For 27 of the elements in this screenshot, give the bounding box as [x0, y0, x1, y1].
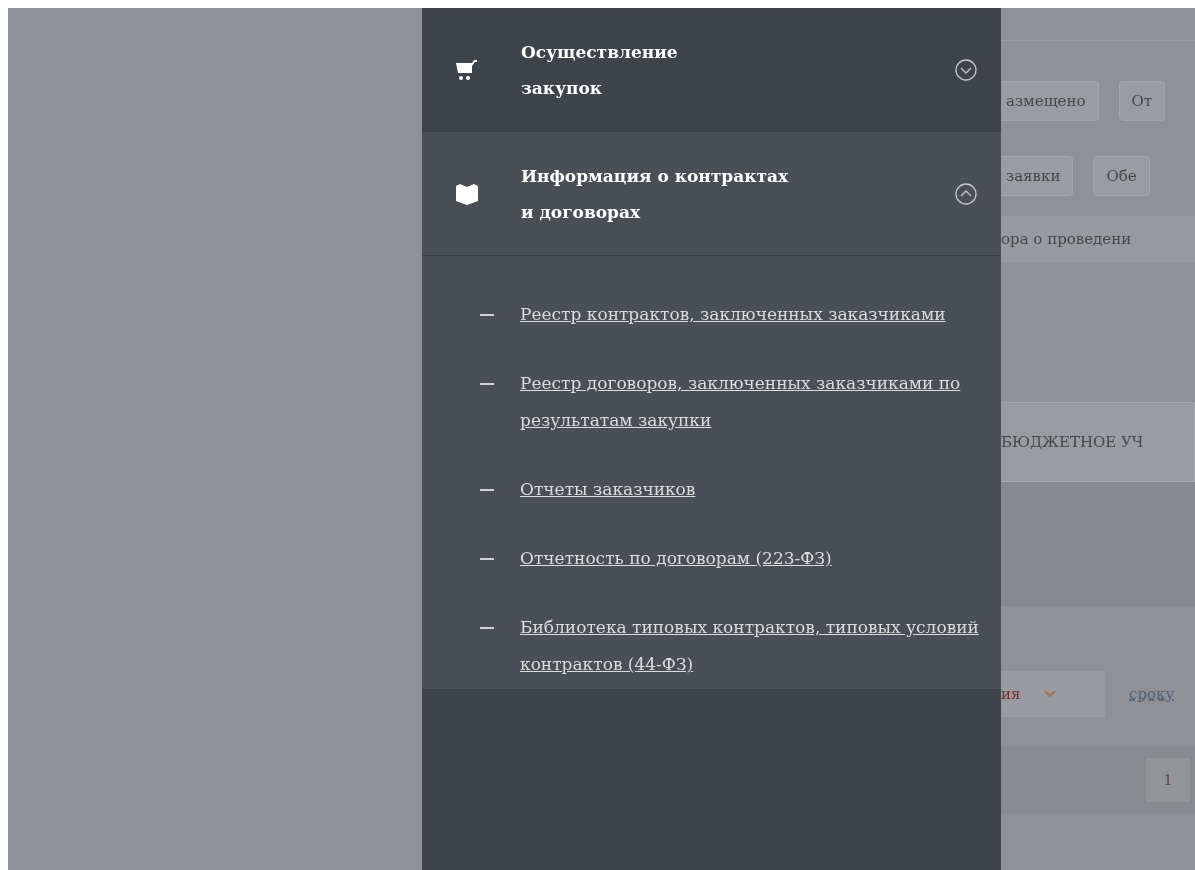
section-title: Осуществление закупок [521, 40, 679, 100]
submenu-link[interactable]: Библиотека типовых контрактов, типовых условий контрактов (44-ФЗ) [520, 609, 980, 683]
filter-text: ора о проведени [1001, 216, 1195, 262]
chevron-down-icon [1044, 690, 1057, 698]
submenu-link[interactable]: Реестр договоров, заключенных заказчиками по результатам закупки [520, 365, 980, 439]
dash-icon [480, 627, 494, 629]
filter-button[interactable]: азмещено [1001, 81, 1099, 121]
submenu-link[interactable]: Отчетность по договорам (223-ФЗ) [520, 540, 980, 577]
submenu-link[interactable]: Реестр контрактов, заключенных заказчиками [520, 296, 980, 333]
chevron-up-icon[interactable] [955, 182, 977, 205]
dash-icon [480, 489, 494, 491]
section-title: Информация о контрактах и договорах [521, 164, 790, 224]
sort-link[interactable]: сроку [1129, 685, 1175, 703]
book-icon [455, 182, 479, 205]
dash-icon [480, 558, 494, 560]
page-button[interactable]: 1 [1146, 758, 1190, 802]
customer-field[interactable]: БЮДЖЕТНОЕ УЧ [1001, 402, 1195, 482]
menu-section-header[interactable]: Осуществление закупок [422, 8, 1001, 132]
cart-icon [455, 58, 477, 81]
filter-button[interactable]: Обе [1093, 156, 1150, 196]
chevron-down-icon[interactable] [955, 58, 977, 81]
dash-icon [480, 314, 494, 316]
filter-button[interactable]: заявки [1001, 156, 1074, 196]
filter-button[interactable]: От [1118, 81, 1166, 121]
submenu-link[interactable]: Отчеты заказчиков [520, 471, 980, 508]
dash-icon [480, 383, 494, 385]
sort-select[interactable]: ия [1001, 671, 1105, 717]
